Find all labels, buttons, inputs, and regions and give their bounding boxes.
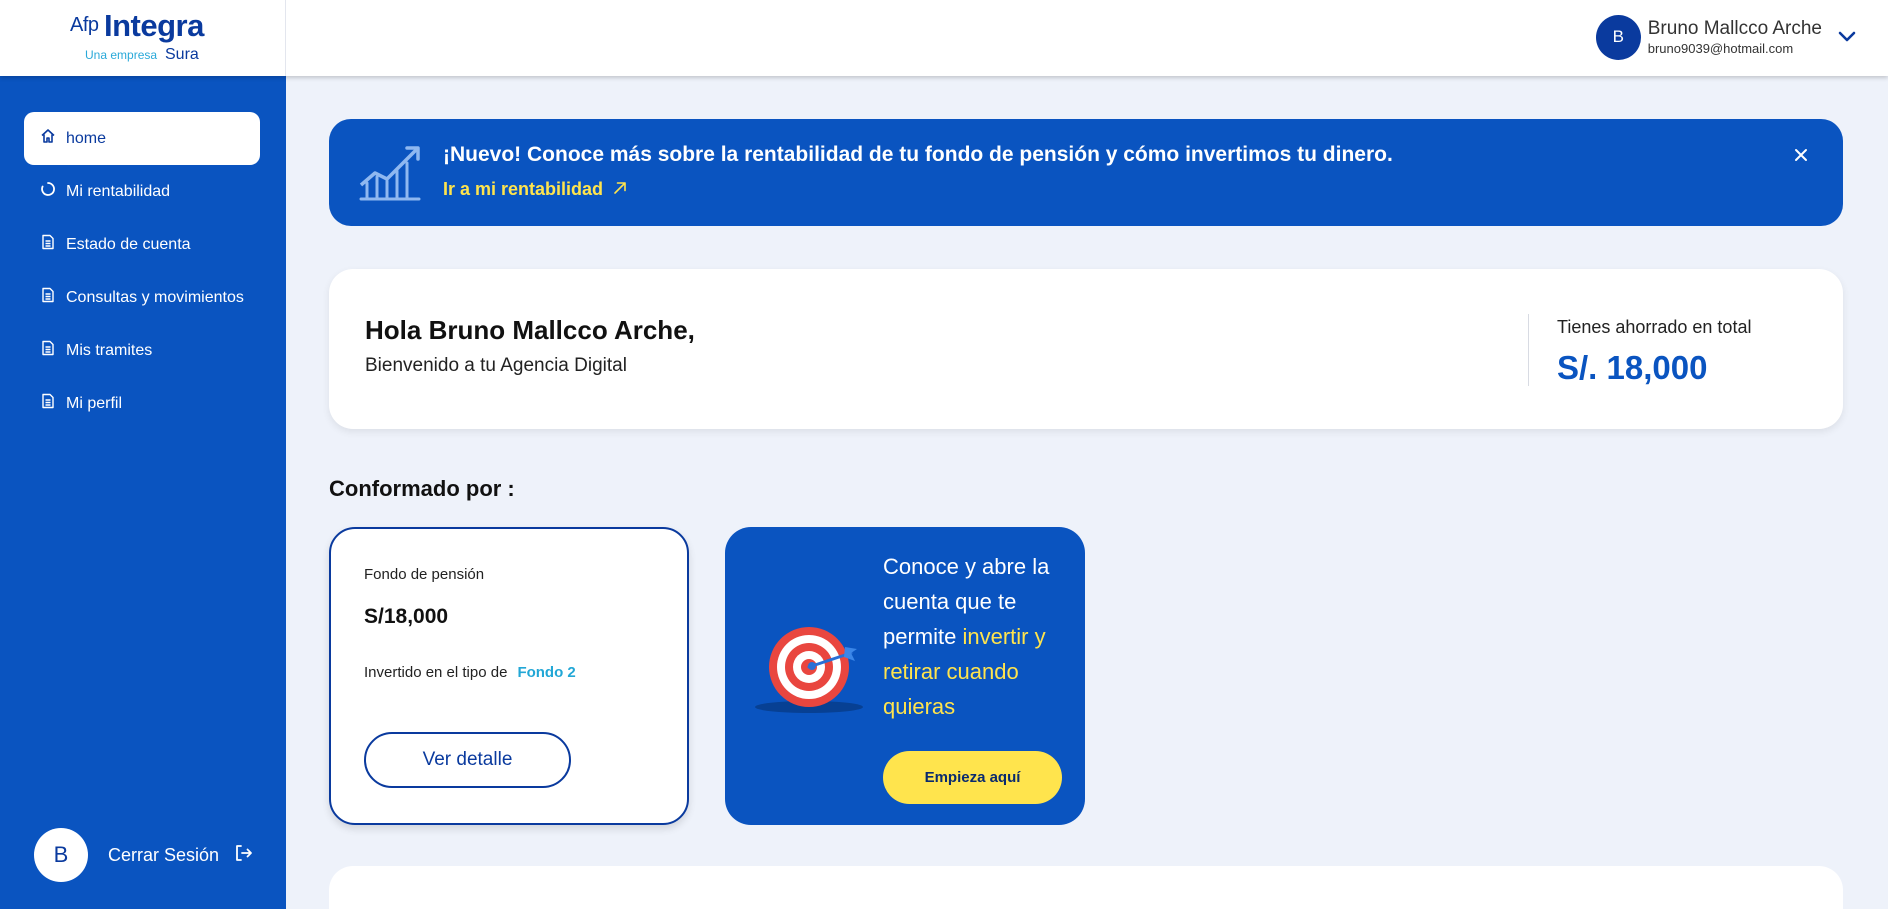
sidebar: home Mi rentabilidad Estado de cuenta Co… — [0, 76, 286, 909]
total-savings-label: Tienes ahorrado en total — [1557, 317, 1752, 337]
user-email: bruno9039@hotmail.com — [1647, 41, 1794, 56]
loading-circle-icon — [40, 181, 66, 202]
logo[interactable]: Afp Integra Una empresa Sura — [0, 0, 286, 76]
logo-afp-text: Afp — [70, 14, 99, 36]
banner-title: ¡Nuevo! Conoce más sobre la rentabilidad… — [443, 143, 1393, 166]
promo-card: Conoce y abre la cuenta que te permite i… — [725, 527, 1085, 825]
greeting-subtitle: Bienvenido a tu Agencia Digital — [365, 355, 627, 376]
fund-card: Fondo de pensión S/18,000 Invertido en e… — [329, 527, 689, 825]
section-title: Conformado por : — [329, 476, 515, 501]
document-icon — [40, 393, 66, 414]
document-icon — [40, 287, 66, 308]
close-icon[interactable] — [1789, 143, 1813, 167]
sidebar-item-label: Estado de cuenta — [66, 235, 191, 253]
logo-tagline: Una empresa — [85, 48, 158, 62]
sidebar-item-estado-de-cuenta[interactable]: Estado de cuenta — [24, 218, 260, 271]
banner-link[interactable]: Ir a mi rentabilidad — [443, 179, 627, 200]
divider — [1528, 314, 1529, 386]
chevron-down-icon[interactable] — [1836, 26, 1858, 48]
document-icon — [40, 234, 66, 255]
sidebar-item-consultas[interactable]: Consultas y movimientos — [24, 271, 260, 324]
fund-type-link[interactable]: Fondo 2 — [517, 664, 575, 681]
growth-chart-icon — [357, 143, 423, 210]
user-menu[interactable]: B Bruno Mallcco Arche bruno9039@hotmail.… — [1595, 14, 1858, 60]
total-savings-value: S/. 18,000 — [1557, 349, 1708, 386]
greeting-title: Hola Bruno Mallcco Arche, — [365, 315, 695, 345]
logo-parent: Sura — [165, 46, 199, 63]
sidebar-item-home[interactable]: home — [24, 112, 260, 165]
user-info: Bruno Mallcco Arche bruno9039@hotmail.co… — [1648, 17, 1822, 57]
logout-label: Cerrar Sesión — [108, 844, 220, 865]
sidebar-item-mis-tramites[interactable]: Mis tramites — [24, 324, 260, 377]
greeting-card: Hola Bruno Mallcco Arche, Bienvenido a t… — [329, 269, 1843, 429]
ver-detalle-button[interactable]: Ver detalle — [364, 732, 571, 788]
home-icon — [40, 128, 66, 149]
fund-amount: S/18,000 — [364, 605, 449, 628]
target-dart-icon — [747, 617, 867, 726]
sidebar-item-mi-perfil[interactable]: Mi perfil — [24, 377, 260, 430]
sidebar-item-label: Mi perfil — [66, 394, 123, 412]
logout-button[interactable]: B Cerrar Sesión — [34, 828, 253, 882]
user-name: Bruno Mallcco Arche — [1647, 18, 1822, 39]
fund-invest-info: Invertido en el tipo de Fondo 2 — [364, 664, 576, 681]
top-header: Afp Integra Una empresa Sura B Bruno Mal… — [0, 0, 1888, 76]
logo-integra-text: Integra — [104, 8, 204, 43]
next-section-card — [329, 866, 1843, 909]
logout-icon — [233, 843, 253, 868]
fund-invest-label: Invertido en el tipo de — [364, 664, 508, 681]
arrow-up-right-icon — [603, 179, 627, 200]
sidebar-item-mi-rentabilidad[interactable]: Mi rentabilidad — [24, 165, 260, 218]
sidebar-item-label: Consultas y movimientos — [66, 288, 244, 306]
promo-text: Conoce y abre la cuenta que te permite i… — [883, 549, 1073, 724]
empieza-aqui-button[interactable]: Empieza aquí — [883, 751, 1062, 804]
sidebar-item-label: home — [66, 129, 107, 147]
avatar[interactable]: B — [1595, 14, 1641, 60]
sidebar-item-label: Mis tramites — [66, 341, 153, 359]
document-icon — [40, 340, 66, 361]
avatar: B — [34, 828, 88, 882]
sidebar-item-label: Mi rentabilidad — [66, 182, 171, 200]
banner-link-label: Ir a mi rentabilidad — [443, 179, 604, 199]
fund-label: Fondo de pensión — [364, 566, 485, 583]
rentabilidad-banner: ¡Nuevo! Conoce más sobre la rentabilidad… — [329, 119, 1843, 226]
